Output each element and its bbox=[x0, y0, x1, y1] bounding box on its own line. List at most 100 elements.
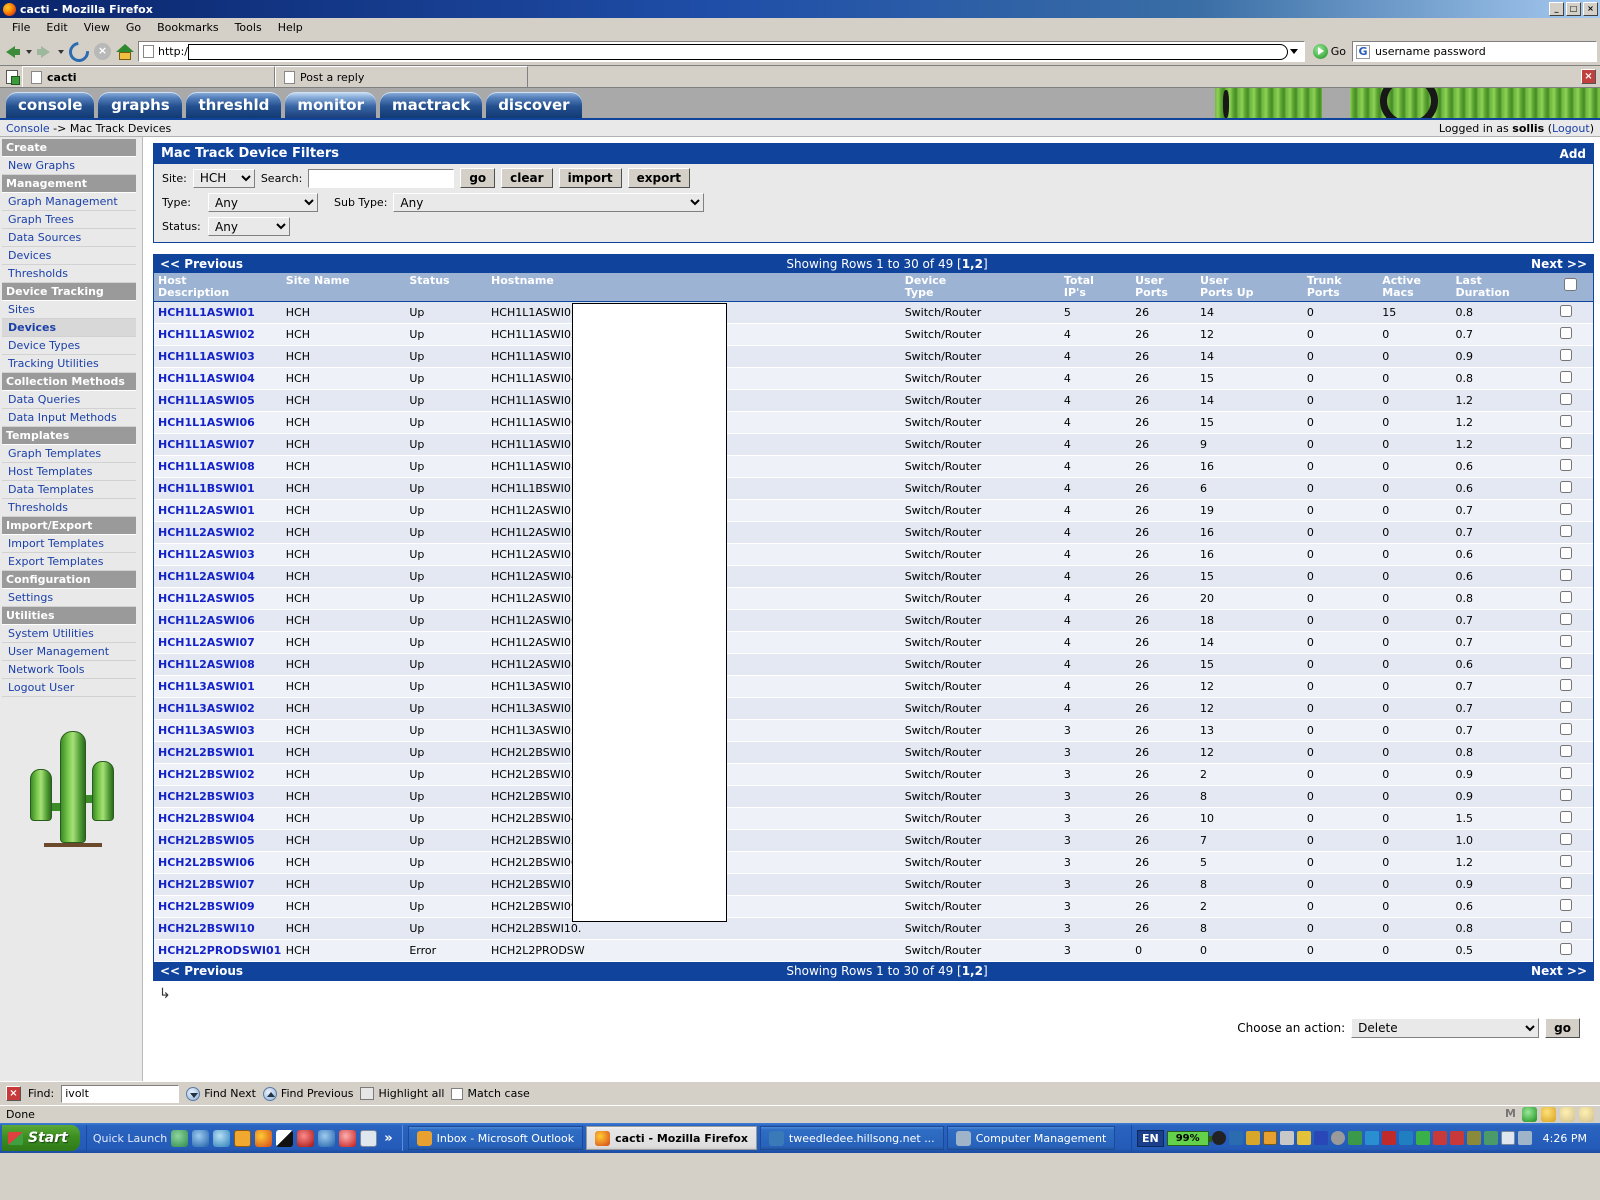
network-icon[interactable] bbox=[1228, 1131, 1243, 1145]
menu-go[interactable]: Go bbox=[118, 19, 149, 36]
device-link[interactable]: HCH1L2ASWI07 bbox=[158, 636, 255, 649]
clock[interactable]: 4:26 PM bbox=[1535, 1132, 1593, 1145]
search-filter-input[interactable] bbox=[308, 168, 455, 188]
previous-page-link-bottom[interactable]: << Previous bbox=[160, 964, 243, 978]
table-row[interactable]: HCH1L1ASWI02 HCH Up HCH1L1ASWI02. Switch/Rou… bbox=[154, 323, 1593, 347]
menu-help[interactable]: Help bbox=[270, 19, 311, 36]
device-link[interactable]: HCH1L2ASWI06 bbox=[158, 614, 255, 627]
row-checkbox[interactable] bbox=[1560, 305, 1573, 318]
showing-pages[interactable]: 1,2 bbox=[962, 257, 983, 271]
firefox-quicklaunch-icon[interactable] bbox=[255, 1129, 273, 1147]
cell-host-description[interactable]: HCH2L2BSWI02 bbox=[154, 763, 282, 787]
search-input[interactable]: username password bbox=[1375, 45, 1486, 58]
home-icon[interactable] bbox=[116, 43, 134, 60]
cell-row-checkbox[interactable] bbox=[1556, 345, 1593, 369]
row-checkbox[interactable] bbox=[1560, 371, 1573, 384]
import-button[interactable]: import bbox=[558, 168, 622, 188]
sidebar-item-import-templates[interactable]: Import Templates bbox=[2, 535, 136, 553]
cell-host-description[interactable]: HCH1L3ASWI01 bbox=[154, 675, 282, 699]
browser-tab-cacti[interactable]: cacti bbox=[22, 66, 275, 87]
cell-host-description[interactable]: HCH2L2BSWI05 bbox=[154, 829, 282, 853]
device-link[interactable]: HCH1L1ASWI03 bbox=[158, 350, 255, 363]
cacti-tab-threshld[interactable]: threshld bbox=[186, 92, 282, 118]
cell-row-checkbox[interactable] bbox=[1556, 851, 1593, 875]
device-link[interactable]: HCH2L2BSWI04 bbox=[158, 812, 255, 825]
menu-file[interactable]: File bbox=[4, 19, 38, 36]
weather-sun-icon[interactable] bbox=[1541, 1107, 1556, 1122]
select-all-checkbox[interactable] bbox=[1564, 278, 1578, 291]
search-bar[interactable]: G username password bbox=[1352, 41, 1597, 62]
sidebar-item-logout-user[interactable]: Logout User bbox=[2, 679, 136, 697]
row-checkbox[interactable] bbox=[1560, 855, 1573, 868]
cell-host-description[interactable]: HCH1L3ASWI03 bbox=[154, 719, 282, 743]
shield-icon[interactable] bbox=[1522, 1107, 1537, 1122]
cacti-tab-discover[interactable]: discover bbox=[486, 92, 582, 118]
cell-row-checkbox[interactable] bbox=[1556, 499, 1593, 523]
row-checkbox[interactable] bbox=[1560, 833, 1573, 846]
row-checkbox[interactable] bbox=[1560, 459, 1573, 472]
cell-row-checkbox[interactable] bbox=[1556, 521, 1593, 545]
tray-icon-9[interactable] bbox=[1364, 1131, 1379, 1145]
cell-row-checkbox[interactable] bbox=[1556, 763, 1593, 787]
window-controls[interactable]: _ □ × bbox=[1549, 2, 1600, 16]
cell-row-checkbox[interactable] bbox=[1556, 455, 1593, 479]
tray-icon-7[interactable] bbox=[1330, 1131, 1345, 1145]
ql-icon-10[interactable] bbox=[360, 1129, 378, 1147]
row-checkbox[interactable] bbox=[1560, 547, 1573, 560]
cell-row-checkbox[interactable] bbox=[1556, 367, 1593, 391]
row-checkbox[interactable] bbox=[1560, 525, 1573, 538]
cell-host-description[interactable]: HCH1L1ASWI06 bbox=[154, 411, 282, 435]
cell-host-description[interactable]: HCH1L2ASWI06 bbox=[154, 609, 282, 633]
cell-host-description[interactable]: HCH1L1ASWI02 bbox=[154, 323, 282, 347]
cell-row-checkbox[interactable] bbox=[1556, 895, 1593, 919]
cell-row-checkbox[interactable] bbox=[1556, 433, 1593, 457]
status-filter-select[interactable]: Any bbox=[208, 217, 290, 236]
sidebar-item-data-templates[interactable]: Data Templates bbox=[2, 481, 136, 499]
cell-host-description[interactable]: HCH1L1ASWI07 bbox=[154, 433, 282, 457]
row-checkbox[interactable] bbox=[1560, 745, 1573, 758]
table-row[interactable]: HCH1L3ASWI02 HCH Up HCH1L3ASWI02. Switch/Rou… bbox=[154, 697, 1593, 721]
tray-icon-15[interactable] bbox=[1466, 1131, 1481, 1145]
cell-row-checkbox[interactable] bbox=[1556, 807, 1593, 831]
previous-page-link-top[interactable]: << Previous bbox=[160, 257, 243, 271]
back-dropdown-icon[interactable] bbox=[26, 49, 32, 54]
col-trunk-ports[interactable]: Trunk Ports bbox=[1302, 273, 1379, 303]
row-checkbox[interactable] bbox=[1560, 393, 1573, 406]
device-link[interactable]: HCH1L1ASWI02 bbox=[158, 328, 255, 341]
sidebar-item-thresholds[interactable]: Thresholds bbox=[2, 265, 136, 283]
weather-cloud-icon-2[interactable] bbox=[1579, 1107, 1594, 1122]
taskbar-item-1[interactable]: cacti - Mozilla Firefox bbox=[586, 1126, 757, 1150]
url-history-chevron-down-icon[interactable] bbox=[1289, 49, 1298, 54]
col-select-all[interactable] bbox=[1556, 273, 1593, 303]
row-checkbox[interactable] bbox=[1560, 789, 1573, 802]
device-link[interactable]: HCH1L1ASWI05 bbox=[158, 394, 255, 407]
table-row[interactable]: HCH1L2ASWI02 HCH Up HCH1L2ASWI02. Switch/Rou… bbox=[154, 521, 1593, 545]
col-user-ports-up[interactable]: User Ports Up bbox=[1196, 273, 1303, 303]
new-tab-button[interactable] bbox=[2, 66, 22, 87]
table-row[interactable]: HCH1L2ASWI07 HCH Up HCH1L2ASWI07. Switch/Rou… bbox=[154, 631, 1593, 655]
sidebar-item-new-graphs[interactable]: New Graphs bbox=[2, 157, 136, 175]
close-findbar-icon[interactable]: × bbox=[6, 1086, 21, 1101]
sidebar-item-system-utilities[interactable]: System Utilities bbox=[2, 625, 136, 643]
sidebar-item-data-sources[interactable]: Data Sources bbox=[2, 229, 136, 247]
sidebar-item-sites[interactable]: Sites bbox=[2, 301, 136, 319]
cell-host-description[interactable]: HCH2L2BSWI06 bbox=[154, 851, 282, 875]
device-link[interactable]: HCH1L2ASWI03 bbox=[158, 548, 255, 561]
row-checkbox[interactable] bbox=[1560, 481, 1573, 494]
row-checkbox[interactable] bbox=[1560, 569, 1573, 582]
row-checkbox[interactable] bbox=[1560, 437, 1573, 450]
table-row[interactable]: HCH1L1ASWI08 HCH Up HCH1L1ASWI08. Switch/Rou… bbox=[154, 455, 1593, 479]
device-link[interactable]: HCH1L1ASWI04 bbox=[158, 372, 255, 385]
sidebar-item-export-templates[interactable]: Export Templates bbox=[2, 553, 136, 571]
row-checkbox[interactable] bbox=[1560, 877, 1573, 890]
cell-host-description[interactable]: HCH1L1ASWI01 bbox=[154, 301, 282, 325]
cell-row-checkbox[interactable] bbox=[1556, 389, 1593, 413]
tray-icon-8[interactable] bbox=[1347, 1131, 1362, 1145]
table-row[interactable]: HCH1L1ASWI04 HCH Up HCH1L1ASWI04. Switch/Rou… bbox=[154, 367, 1593, 391]
table-row[interactable]: HCH1L1ASWI01 HCH Up HCH1L1ASWI01. Switch/Rou… bbox=[154, 301, 1593, 325]
go-filter-button[interactable]: go bbox=[460, 168, 496, 188]
action-go-button[interactable]: go bbox=[1545, 1018, 1580, 1039]
row-checkbox[interactable] bbox=[1560, 591, 1573, 604]
table-row[interactable]: HCH1L3ASWI01 HCH Up HCH1L3ASWI01. Switch/Rou… bbox=[154, 675, 1593, 699]
sidebar-item-devices[interactable]: Devices bbox=[2, 247, 136, 265]
